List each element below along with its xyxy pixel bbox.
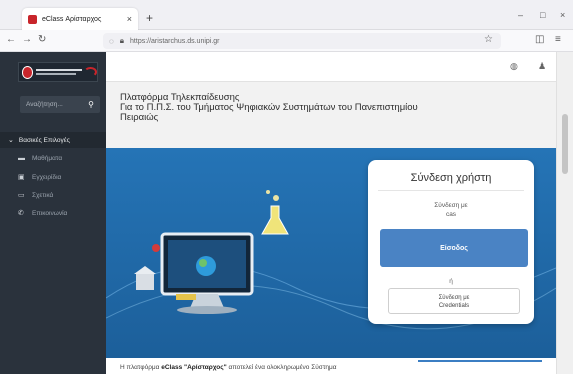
page-scrollbar[interactable]: [556, 52, 573, 374]
id-card-icon: ▭: [18, 192, 25, 199]
sidebar-item-label: Επικοινωνία: [32, 209, 68, 217]
side-panel: [418, 360, 542, 374]
back-arrow-icon[interactable]: ←: [6, 34, 16, 45]
favicon-icon: [28, 14, 37, 24]
top-toolbar: ◍ ♟: [106, 52, 556, 82]
university-logo[interactable]: [18, 62, 98, 82]
sidebar-item-contact[interactable]: ✆ Επικοινωνία: [18, 209, 68, 218]
bookmark-star-icon[interactable]: ☆: [484, 34, 493, 45]
maximize-button[interactable]: □: [540, 10, 545, 20]
sidebar-item-courses[interactable]: ▬ Μαθήματα: [18, 155, 62, 162]
browser-tab[interactable]: eClass Αρίσταρχος ×: [22, 8, 138, 30]
page-title: Πλατφόρμα Τηλεκπαίδευσης Για το Π.Π.Σ. τ…: [120, 92, 418, 123]
close-window-button[interactable]: ×: [560, 10, 565, 20]
cas-label: Σύνδεση με: [434, 202, 468, 209]
forward-arrow-icon[interactable]: →: [22, 34, 32, 45]
logo-swirl-icon: [84, 67, 97, 77]
user-icon[interactable]: ♟: [538, 61, 546, 72]
browser-tab-bar: eClass Αρίσταρχος × + – □ ×: [0, 0, 573, 30]
intro-paragraph: Η πλατφόρμα eClass "Αρίσταρχος" αποτελεί…: [120, 364, 337, 371]
new-tab-button[interactable]: +: [146, 11, 153, 25]
address-bar[interactable]: ◌ 🔒︎ https://aristarchus.ds.unipi.gr ☆: [103, 33, 501, 49]
globe-icon[interactable]: ◍: [510, 61, 518, 72]
sidebar: Αναζήτηση... ⚲ ⌄ Βασικές Επιλογές ▬ Μαθή…: [0, 52, 106, 374]
search-placeholder: Αναζήτηση...: [26, 101, 63, 108]
scrollbar-thumb[interactable]: [562, 114, 568, 174]
browser-nav-bar: ← → ↻ ◌ 🔒︎ https://aristarchus.ds.unipi.…: [0, 30, 573, 52]
lock-icon: 🔒︎: [119, 36, 125, 45]
search-icon[interactable]: ⚲: [88, 100, 94, 109]
menu-icon[interactable]: ≡: [555, 34, 561, 45]
book-icon: ▣: [18, 174, 25, 181]
sidebar-item-manuals[interactable]: ▣ Εγχειρίδια: [18, 173, 62, 182]
seal-icon: [22, 65, 34, 79]
pocket-icon[interactable]: ◫: [535, 34, 544, 45]
menu-header-label: Βασικές Επιλογές: [18, 136, 70, 144]
url-text: https://aristarchus.ds.unipi.gr: [130, 37, 220, 45]
search-input[interactable]: Αναζήτηση... ⚲: [20, 96, 100, 113]
chevron-down-icon: ⌄: [8, 137, 14, 144]
sidebar-item-about[interactable]: ▭ Σχετικά: [18, 191, 54, 200]
graduation-cap-icon: ▬: [18, 155, 25, 162]
login-card: Σύνδεση χρήστη Σύνδεση με cas Είσοδος ή …: [368, 160, 534, 324]
sidebar-item-label: Εγχειρίδια: [32, 173, 62, 181]
credentials-login-button[interactable]: Σύνδεση με Credentials: [388, 288, 520, 314]
or-separator: ή: [449, 278, 453, 285]
sidebar-item-label: Μαθήματα: [32, 155, 63, 162]
divider: [378, 190, 524, 191]
cas-label-method: cas: [445, 211, 457, 218]
phone-icon: ✆: [18, 210, 24, 217]
sidebar-item-label: Σχετικά: [32, 191, 54, 199]
login-button[interactable]: Είσοδος: [380, 229, 528, 267]
minimize-button[interactable]: –: [518, 10, 523, 20]
tab-title: eClass Αρίσταρχος: [42, 15, 102, 23]
login-heading: Σύνδεση χρήστη: [410, 172, 492, 184]
tab-close-icon[interactable]: ×: [127, 14, 132, 24]
reload-icon[interactable]: ↻: [38, 34, 46, 45]
main-content: ◍ ♟ Πλατφόρμα Τηλεκπαίδευσης Για το Π.Π.…: [106, 52, 556, 374]
shield-icon: ◌: [109, 36, 114, 46]
menu-header[interactable]: ⌄ Βασικές Επιλογές: [0, 132, 106, 148]
